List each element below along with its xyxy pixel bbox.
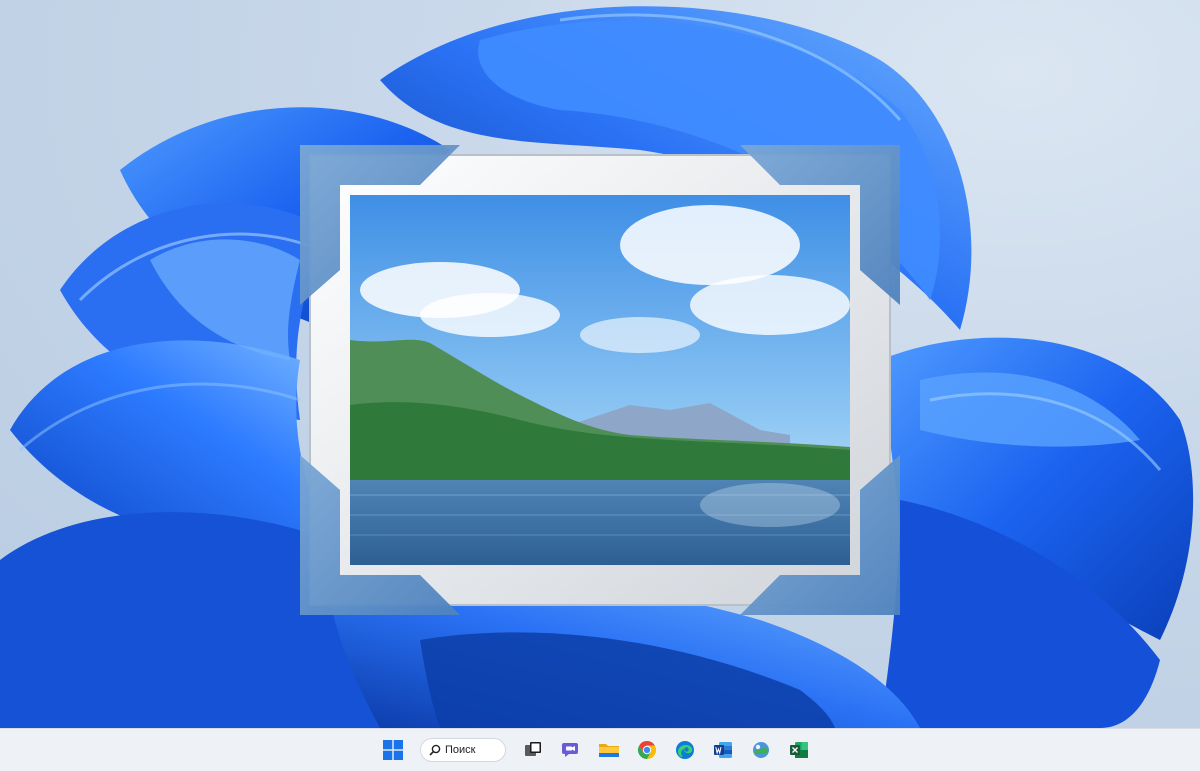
photo-viewer-taskbar-icon xyxy=(753,742,769,758)
file-explorer-button[interactable] xyxy=(594,735,624,765)
start-button[interactable] xyxy=(378,735,408,765)
chrome-icon xyxy=(637,741,657,759)
word-button[interactable] xyxy=(708,735,738,765)
taskbar-items: Поиск xyxy=(378,735,814,765)
file-explorer-icon xyxy=(599,744,619,757)
chrome-button[interactable] xyxy=(632,735,662,765)
photo-viewer-button[interactable] xyxy=(746,735,776,765)
excel-button[interactable] xyxy=(784,735,814,765)
task-view-button[interactable] xyxy=(518,735,548,765)
search-icon xyxy=(429,744,441,756)
photo-viewer-icon[interactable] xyxy=(290,135,910,625)
windows-logo-icon xyxy=(383,740,403,760)
excel-icon xyxy=(790,742,808,758)
edge-button[interactable] xyxy=(670,735,700,765)
search-label: Поиск xyxy=(445,744,476,756)
chat-button[interactable] xyxy=(556,735,586,765)
task-view-icon xyxy=(525,742,541,756)
word-icon xyxy=(714,742,732,758)
chat-icon xyxy=(562,743,578,757)
search-box[interactable]: Поиск xyxy=(420,738,506,762)
taskbar: Поиск xyxy=(0,728,1200,771)
desktop xyxy=(0,0,1200,728)
edge-icon xyxy=(676,741,694,759)
